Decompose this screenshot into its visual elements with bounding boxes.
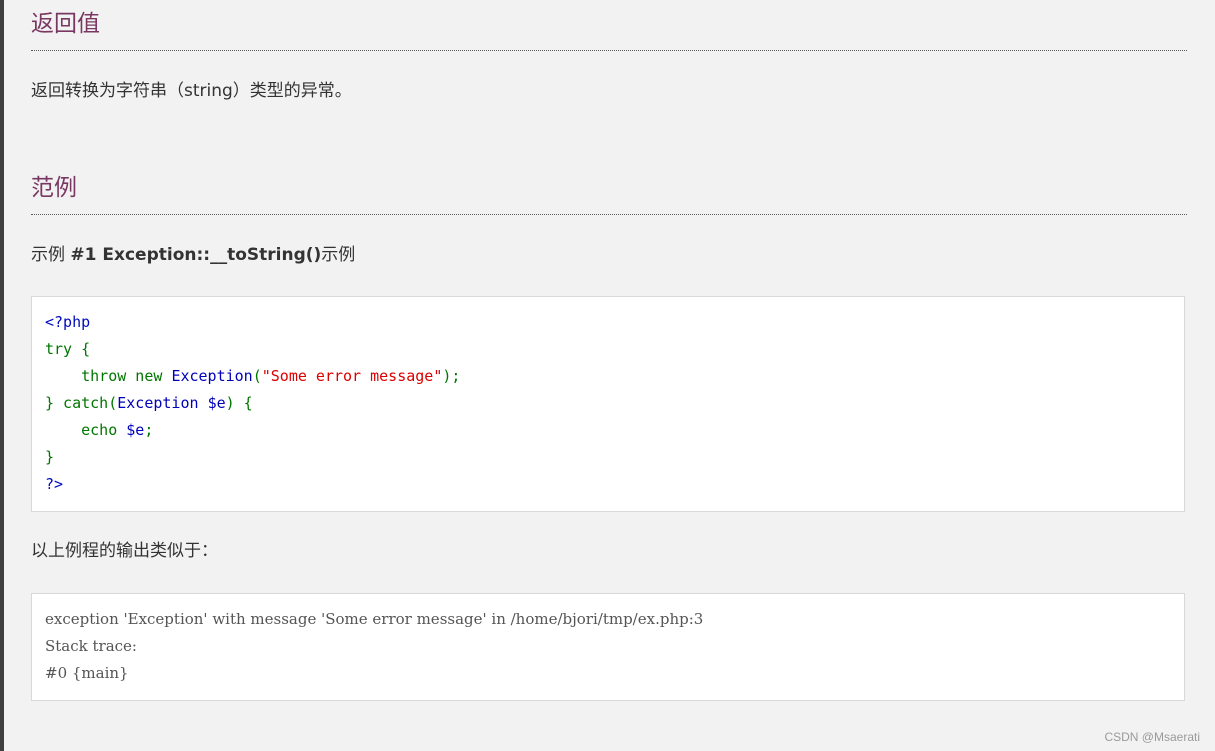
variable-e: $e: [117, 421, 145, 439]
return-values-text: 返回转换为字符串（string）类型的异常。: [31, 81, 352, 101]
catch-keyword: catch(: [54, 394, 118, 412]
code-line: echo $e;: [32, 417, 1184, 444]
php-close-tag: ?>: [45, 475, 64, 493]
output-line: Stack trace:: [45, 637, 137, 655]
php-open-tag: <?php: [45, 313, 91, 331]
output-line: exception 'Exception' with message 'Some…: [45, 610, 704, 628]
exception-class: Exception: [117, 394, 199, 412]
output-line: #0 {main}: [45, 664, 129, 682]
output-block: exception 'Exception' with message 'Some…: [31, 593, 1185, 701]
code-line: }: [32, 444, 1184, 471]
try-keyword: try: [45, 340, 73, 358]
code-semicolon: ;: [144, 421, 154, 439]
example-caption-suffix: 示例: [321, 245, 356, 265]
example-caption-prefix: 示例: [31, 245, 71, 265]
code-brace: }: [45, 448, 55, 466]
code-paren: (: [252, 367, 262, 385]
code-line: <?php: [32, 309, 1184, 336]
code-line: throw new Exception("Some error message"…: [32, 363, 1184, 390]
new-keyword: new: [126, 367, 172, 385]
examples-heading: 范例: [31, 164, 1187, 215]
example-caption: 示例 #1 Exception::__toString()示例: [31, 243, 1187, 267]
code-line: ?>: [32, 471, 1184, 498]
echo-keyword: echo: [81, 421, 118, 439]
code-paren-semi: );: [442, 367, 461, 385]
left-edge-border: [0, 0, 4, 751]
code-line: try {: [32, 336, 1184, 363]
code-brace: ) {: [225, 394, 253, 412]
code-brace: }: [45, 394, 55, 412]
variable-e: $e: [207, 394, 226, 412]
code-brace: {: [72, 340, 91, 358]
return-values-heading: 返回值: [31, 0, 1187, 51]
example-caption-title: #1 Exception::__toString(): [70, 245, 322, 265]
doc-content: 返回值 返回转换为字符串（string）类型的异常。 范例 示例 #1 Exce…: [31, 0, 1187, 267]
csdn-watermark: CSDN @Msaerati: [1104, 730, 1200, 744]
exception-class: Exception: [171, 367, 253, 385]
string-literal: "Some error message": [261, 367, 443, 385]
code-line: } catch(Exception $e) {: [32, 390, 1184, 417]
php-code-block: <?php try { throw new Exception("Some er…: [31, 296, 1185, 512]
output-intro: 以上例程的输出类似于：: [31, 541, 218, 561]
throw-keyword: throw: [81, 367, 127, 385]
